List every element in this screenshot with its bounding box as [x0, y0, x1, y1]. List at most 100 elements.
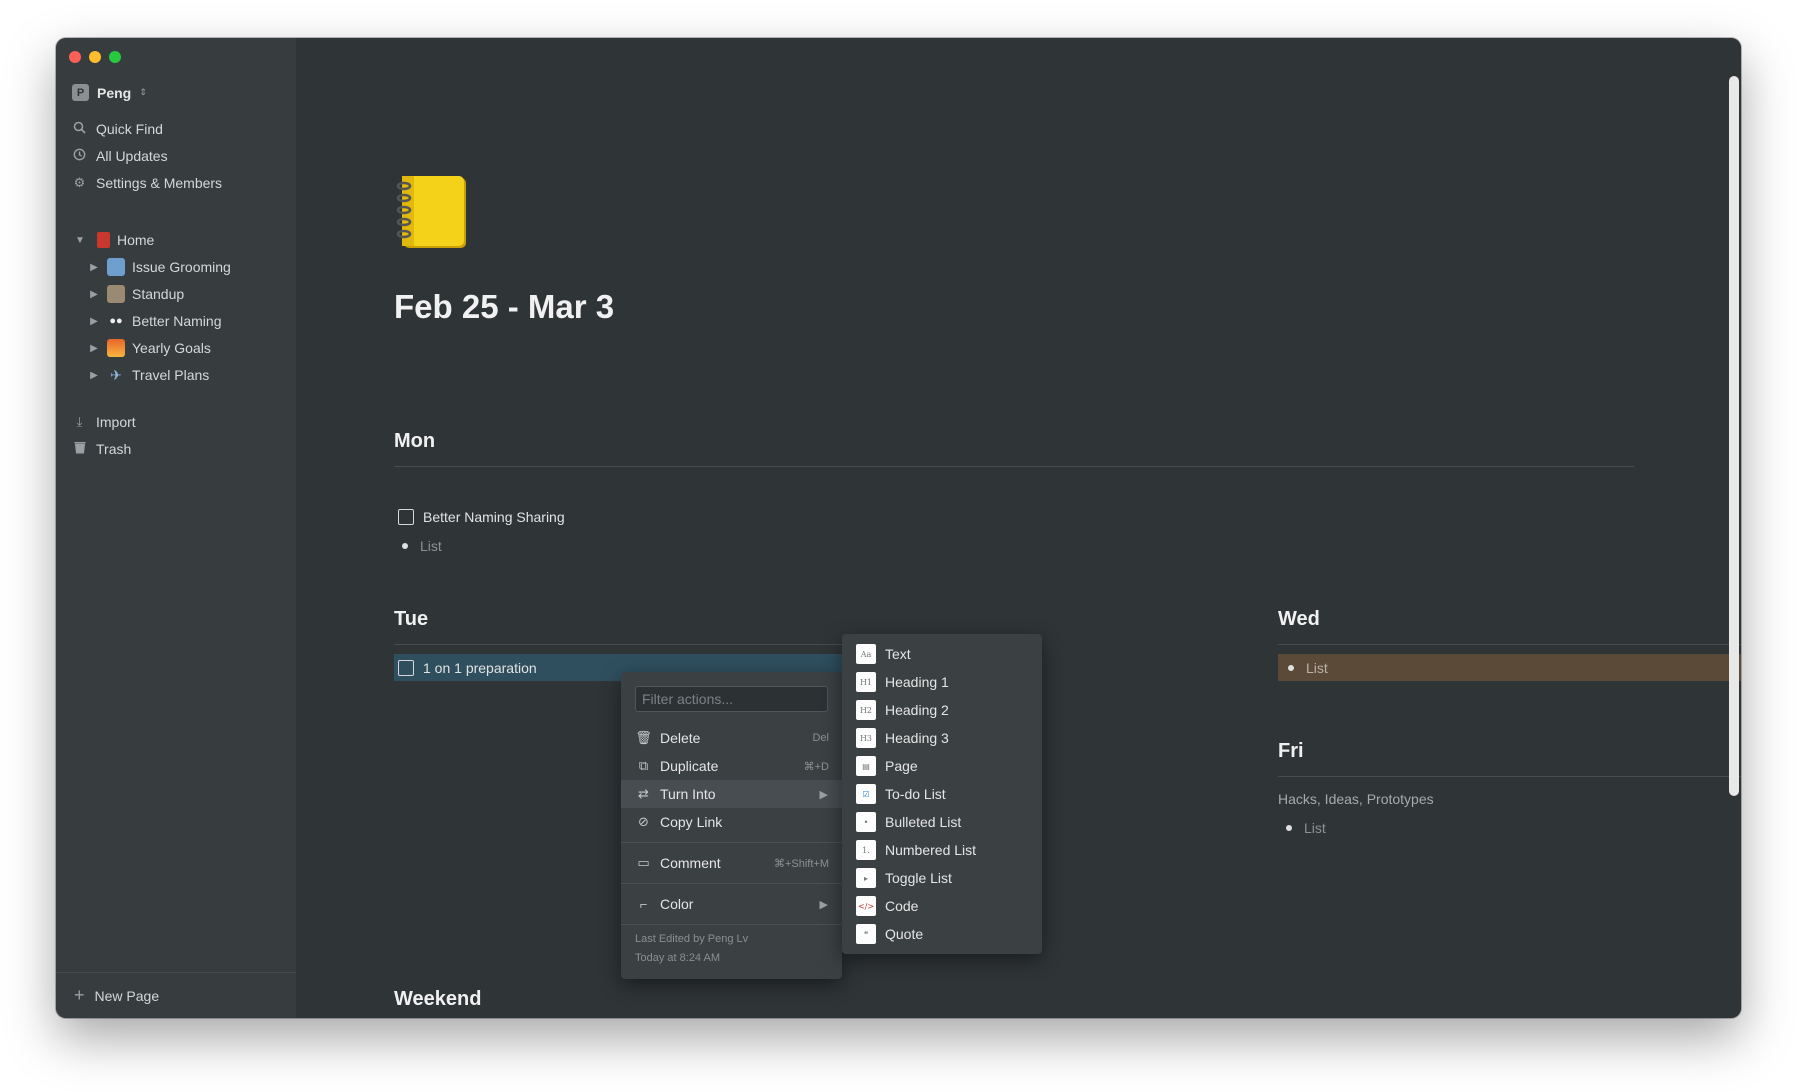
heading-fri[interactable]: Fri	[1278, 740, 1304, 763]
sidebar-item-better-naming[interactable]: ▶ ●● Better Naming	[88, 309, 221, 333]
filter-actions-input[interactable]: Filter actions...	[635, 686, 828, 712]
numbered-list-icon: 1.	[856, 840, 876, 860]
heading-wed[interactable]: Wed	[1278, 608, 1320, 631]
heading-mon[interactable]: Mon	[394, 430, 435, 453]
menu-item-comment[interactable]: ▭ Comment ⌘+Shift+M	[621, 849, 842, 877]
sidebar-item-label: Issue Grooming	[132, 259, 231, 275]
triangle-down-icon[interactable]: ▼	[74, 235, 86, 246]
shortcut-label: ⌘+Shift+M	[773, 857, 829, 870]
list-item[interactable]: List	[1286, 820, 1326, 836]
menu-item-label: Delete	[660, 730, 701, 746]
paint-roller-icon: ⌐	[639, 896, 648, 912]
zoom-window-button[interactable]	[109, 51, 121, 63]
sidebar-item-quick-find[interactable]: Quick Find	[72, 117, 163, 141]
checkbox[interactable]	[398, 659, 414, 676]
sidebar-item-label: Quick Find	[96, 121, 163, 137]
new-page-button[interactable]: + New Page	[56, 972, 296, 1018]
sidebar-item-label: Settings & Members	[96, 175, 223, 191]
triangle-right-icon[interactable]: ▶	[88, 289, 100, 300]
sidebar-item-yearly-goals[interactable]: ▶ Yearly Goals	[88, 336, 211, 360]
submenu-item-text[interactable]: Aa Text	[856, 642, 911, 666]
last-edited-by: Last Edited by Peng Lv	[635, 933, 749, 945]
submenu-item-bulleted-list[interactable]: • Bulleted List	[856, 810, 961, 834]
sidebar-item-travel-plans[interactable]: ▶ ✈ Travel Plans	[88, 363, 209, 387]
workspace-avatar: P	[72, 84, 89, 101]
divider	[1278, 776, 1741, 777]
todo-list-icon: ☑	[856, 784, 876, 804]
checkbox[interactable]	[398, 509, 414, 525]
todo-item[interactable]: Better Naming Sharing	[398, 509, 565, 525]
menu-item-label: Copy Link	[660, 814, 723, 830]
todo-text: Better Naming Sharing	[423, 509, 565, 525]
sidebar-item-label: Home	[117, 232, 155, 248]
list-item-highlighted[interactable]: List	[1278, 654, 1741, 681]
sidebar-item-import[interactable]: ⤓ Import	[72, 410, 136, 434]
submenu-item-label: Toggle List	[885, 870, 952, 886]
notebook-icon[interactable]	[394, 172, 474, 252]
submenu-item-heading-2[interactable]: H2 Heading 2	[856, 698, 949, 722]
submenu-item-todo-list[interactable]: ☑ To-do List	[856, 782, 946, 806]
sidebar-item-issue-grooming[interactable]: ▶ Issue Grooming	[88, 255, 231, 279]
divider	[1278, 644, 1741, 645]
workspace-switcher[interactable]: P Peng ⇕	[72, 84, 147, 101]
sidebar-item-standup[interactable]: ▶ Standup	[88, 282, 184, 306]
submenu-item-quote[interactable]: ❝ Quote	[856, 922, 923, 946]
triangle-right-icon[interactable]: ▶	[88, 262, 100, 273]
sidebar-item-label: Import	[96, 414, 136, 430]
close-window-button[interactable]	[69, 51, 81, 63]
submenu-item-label: Code	[885, 898, 919, 914]
heading-3-icon: H3	[856, 728, 876, 748]
triangle-right-icon[interactable]: ▶	[88, 370, 100, 381]
app-window: P Peng ⇕ Quick Find All Updates ⚙ Settin…	[56, 38, 1741, 1018]
menu-item-label: Color	[660, 896, 694, 912]
submenu-item-label: Page	[885, 758, 918, 774]
submenu-item-label: Bulleted List	[885, 814, 962, 830]
comment-icon: ▭	[637, 855, 650, 870]
bathtub-icon	[107, 258, 125, 276]
submenu-item-heading-1[interactable]: H1 Heading 1	[856, 670, 949, 694]
bullet-icon	[1288, 664, 1294, 671]
fri-text[interactable]: Hacks, Ideas, Prototypes	[1278, 791, 1434, 807]
submenu-item-page[interactable]: ▤ Page	[856, 754, 918, 778]
list-placeholder: List	[1304, 820, 1326, 836]
menu-item-color[interactable]: ⌐ Color ▶	[621, 890, 842, 918]
sidebar-item-trash[interactable]: Trash	[72, 437, 131, 461]
menu-item-duplicate[interactable]: ⧉ Duplicate ⌘+D	[621, 752, 842, 780]
scrollbar[interactable]	[1729, 76, 1739, 796]
bulleted-list-icon: •	[856, 812, 876, 832]
heading-weekend[interactable]: Weekend	[394, 988, 481, 1011]
gear-icon: ⚙	[73, 175, 86, 190]
heading-1-icon: H1	[856, 672, 876, 692]
code-icon: </>	[856, 896, 876, 916]
sidebar-item-all-updates[interactable]: All Updates	[72, 144, 168, 168]
heading-tue[interactable]: Tue	[394, 608, 428, 631]
eyes-icon: ●●	[109, 315, 123, 327]
menu-item-delete[interactable]: 🗑 Delete Del	[621, 724, 842, 752]
sidebar-item-settings[interactable]: ⚙ Settings & Members	[72, 171, 222, 195]
trash-icon	[72, 441, 87, 457]
list-item[interactable]: List	[402, 538, 442, 554]
triangle-right-icon: ▶	[819, 788, 828, 801]
divider	[394, 466, 1634, 467]
menu-item-copy-link[interactable]: ⊘ Copy Link	[621, 808, 842, 836]
clock-icon	[72, 148, 87, 164]
triangle-right-icon[interactable]: ▶	[88, 316, 100, 327]
menu-divider	[621, 883, 842, 884]
page-title[interactable]: Feb 25 - Mar 3	[394, 288, 614, 326]
trash-icon: 🗑	[635, 730, 652, 745]
triangle-right-icon[interactable]: ▶	[88, 343, 100, 354]
sidebar-item-home[interactable]: ▼ Home	[74, 228, 154, 252]
sidebar-item-label: Travel Plans	[132, 367, 210, 383]
submenu-item-code[interactable]: </> Code	[856, 894, 918, 918]
quote-icon: ❝	[856, 924, 876, 944]
list-placeholder: List	[420, 538, 442, 554]
page-content: Feb 25 - Mar 3 Mon Better Naming Sharing…	[296, 38, 1741, 1018]
submenu-item-toggle-list[interactable]: ▸ Toggle List	[856, 866, 952, 890]
airplane-icon: ✈	[110, 366, 122, 383]
menu-item-turn-into[interactable]: ⇄ Turn Into ▶	[621, 780, 842, 808]
submenu-item-numbered-list[interactable]: 1. Numbered List	[856, 838, 976, 862]
submenu-item-heading-3[interactable]: H3 Heading 3	[856, 726, 949, 750]
minimize-window-button[interactable]	[89, 51, 101, 63]
sunrise-icon	[107, 339, 125, 357]
submenu-item-label: Quote	[885, 926, 924, 942]
